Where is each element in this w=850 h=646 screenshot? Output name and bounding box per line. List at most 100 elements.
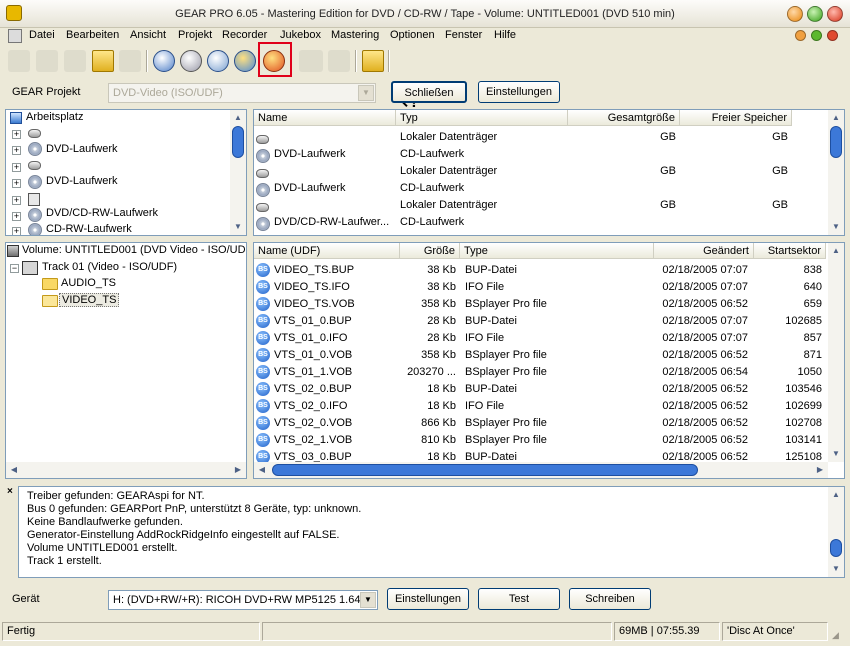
log-scrollbar[interactable]: ▲ ▼ — [828, 487, 844, 577]
menu-recorder[interactable]: Recorder — [222, 29, 267, 41]
device-settings-button[interactable]: Einstellungen — [387, 588, 469, 610]
document-icon[interactable] — [8, 29, 22, 43]
col-type[interactable]: Typ — [396, 110, 568, 126]
tree-item[interactable]: DVD-Laufwerk — [46, 175, 118, 187]
explorer-tree-scrollbar[interactable]: ▲ ▼ — [230, 110, 246, 235]
scroll-up-icon[interactable]: ▲ — [828, 487, 844, 503]
file-row[interactable]: BS VTS_02_1.VOB 810 Kb BSplayer Pro file 02/… — [254, 432, 828, 449]
volume-tree-scrollbar[interactable]: ◀ ▶ — [6, 462, 246, 478]
record-icon[interactable] — [64, 50, 86, 72]
col-file-type[interactable]: Type — [460, 243, 654, 259]
disc-copy-icon[interactable] — [207, 50, 229, 72]
scroll-down-icon[interactable]: ▼ — [828, 446, 844, 462]
scroll-right-icon[interactable]: ▶ — [230, 462, 246, 478]
file-list-hscrollbar[interactable]: ◀ ▶ — [254, 462, 828, 478]
hand-icon[interactable] — [119, 50, 141, 72]
scroll-left-icon[interactable]: ◀ — [254, 462, 270, 478]
folder-up-icon[interactable] — [362, 50, 384, 72]
device-select[interactable]: H: (DVD+RW/+R): RICOH DVD+RW MP5125 1.64… — [108, 590, 378, 610]
explorer-list-scrollbar[interactable]: ▲ ▼ — [828, 110, 844, 235]
disc-info-icon[interactable] — [153, 50, 175, 72]
col-file-size[interactable]: Größe — [400, 243, 460, 259]
expand-icon[interactable]: + — [12, 196, 21, 205]
file-row[interactable]: BS VTS_02_0.VOB 866 Kb BSplayer Pro file 02/… — [254, 415, 828, 432]
disc-tools-icon[interactable] — [180, 50, 202, 72]
explorer-row[interactable]: Lokaler Datenträger GB GB — [254, 129, 828, 146]
write-button[interactable]: Schreiben — [569, 588, 651, 610]
menu-bearbeiten[interactable]: Bearbeiten — [66, 29, 119, 41]
reload-icon[interactable] — [36, 50, 58, 72]
volume-tree[interactable]: Volume: UNTITLED001 (DVD Video - ISO/UDF… — [5, 242, 247, 479]
file-row[interactable]: BS VTS_01_0.VOB 358 Kb BSplayer Pro file 02/… — [254, 347, 828, 364]
menu-jukebox[interactable]: Jukebox — [280, 29, 321, 41]
expand-icon[interactable]: + — [12, 163, 21, 172]
scroll-left-icon[interactable]: ◀ — [6, 462, 22, 478]
scroll-up-icon[interactable]: ▲ — [230, 110, 246, 126]
explorer-row[interactable]: DVD-Laufwerk CD-Laufwerk — [254, 146, 828, 164]
scroll-right-icon[interactable]: ▶ — [812, 462, 828, 478]
file-row[interactable]: BS VTS_01_0.BUP 28 Kb BUP-Datei 02/18/2005 0… — [254, 313, 828, 330]
expand-icon[interactable]: + — [12, 130, 21, 139]
explorer-row[interactable]: Lokaler Datenträger GB GB — [254, 163, 828, 180]
tree-item[interactable]: CD-RW-Laufwerk — [46, 223, 132, 235]
file-row[interactable]: BS VTS_02_0.IFO 18 Kb IFO File 02/18/2005 06… — [254, 398, 828, 415]
menu-ansicht[interactable]: Ansicht — [130, 29, 166, 41]
maximize-icon[interactable] — [807, 6, 823, 22]
scroll-down-icon[interactable]: ▼ — [230, 219, 246, 235]
scroll-down-icon[interactable]: ▼ — [828, 219, 844, 235]
scroll-thumb[interactable] — [232, 126, 244, 158]
scroll-up-icon[interactable]: ▲ — [828, 110, 844, 126]
file-row[interactable]: BS VTS_01_1.VOB 203270 ... BSplayer Pro fil… — [254, 364, 828, 381]
hscroll-thumb[interactable] — [272, 464, 698, 476]
log-panel[interactable]: Treiber gefunden: GEARAspi for NT. Bus 0 … — [18, 486, 845, 578]
col-file-name[interactable]: Name (UDF) — [254, 243, 400, 259]
menu-mastering[interactable]: Mastering — [331, 29, 379, 41]
tree-item[interactable]: DVD-Laufwerk — [46, 143, 118, 155]
explorer-row[interactable]: Lokaler Datenträger GB GB — [254, 197, 828, 214]
disc-user-icon[interactable] — [234, 50, 256, 72]
col-total-size[interactable]: Gesamtgröße — [568, 110, 680, 126]
expand-icon[interactable]: + — [12, 227, 21, 235]
col-file-start-sector[interactable]: Startsektor — [754, 243, 826, 259]
folder-audio-ts[interactable]: AUDIO_TS — [61, 277, 116, 289]
project-type-select[interactable]: DVD-Video (ISO/UDF) ▼ — [108, 83, 376, 103]
file-list-vscrollbar[interactable]: ▲ ▼ — [828, 243, 844, 462]
file-row[interactable]: BS VIDEO_TS.BUP 38 Kb BUP-Datei 02/18/2005 0… — [254, 262, 828, 279]
file-row[interactable]: BS VTS_01_0.IFO 28 Kb IFO File 02/18/2005 07… — [254, 330, 828, 347]
minimize-icon[interactable] — [787, 6, 803, 22]
col-file-modified[interactable]: Geändert — [654, 243, 754, 259]
expand-icon[interactable]: + — [12, 179, 21, 188]
resize-grip-icon[interactable]: ◢ — [832, 628, 846, 642]
folder-video-ts[interactable]: VIDEO_TS — [59, 293, 120, 307]
list-icon[interactable] — [328, 50, 350, 72]
menu-optionen[interactable]: Optionen — [390, 29, 435, 41]
mdi-close-icon[interactable] — [827, 30, 838, 41]
test-button[interactable]: Test — [478, 588, 560, 610]
project-settings-button[interactable]: Einstellungen — [478, 81, 560, 103]
close-icon[interactable] — [827, 6, 843, 22]
scroll-thumb[interactable] — [830, 539, 842, 557]
col-free-space[interactable]: Freier Speicher — [680, 110, 792, 126]
tape-icon[interactable] — [299, 50, 323, 72]
explorer-row[interactable]: DVD/CD-RW-Laufwer... CD-Laufwerk — [254, 214, 828, 232]
new-project-icon[interactable] — [8, 50, 30, 72]
track-item[interactable]: Track 01 (Video - ISO/UDF) — [42, 261, 177, 273]
file-list[interactable]: Name (UDF) Größe Type Geändert Startsekt… — [253, 242, 845, 479]
file-row[interactable]: BS VIDEO_TS.IFO 38 Kb IFO File 02/18/2005 07… — [254, 279, 828, 296]
chevron-down-icon[interactable]: ▼ — [360, 592, 376, 608]
menu-projekt[interactable]: Projekt — [178, 29, 212, 41]
mdi-maximize-icon[interactable] — [811, 30, 822, 41]
tree-root[interactable]: Arbeitsplatz — [26, 111, 83, 123]
col-name[interactable]: Name — [254, 110, 396, 126]
close-project-button[interactable]: Schließen — [391, 81, 467, 103]
scroll-up-icon[interactable]: ▲ — [828, 243, 844, 259]
volume-root[interactable]: Volume: UNTITLED001 (DVD Video - ISO/UDF… — [22, 244, 246, 256]
chevron-down-icon[interactable]: ▼ — [358, 85, 374, 101]
open-folder-icon[interactable] — [92, 50, 114, 72]
title-bar[interactable]: GEAR PRO 6.05 - Mastering Edition for DV… — [0, 0, 850, 28]
menu-fenster[interactable]: Fenster — [445, 29, 482, 41]
menu-datei[interactable]: Datei — [29, 29, 55, 41]
collapse-icon[interactable]: − — [10, 264, 19, 273]
file-row[interactable]: BS VTS_02_0.BUP 18 Kb BUP-Datei 02/18/2005 0… — [254, 381, 828, 398]
explorer-list[interactable]: Name Typ Gesamtgröße Freier Speicher Lok… — [253, 109, 845, 236]
